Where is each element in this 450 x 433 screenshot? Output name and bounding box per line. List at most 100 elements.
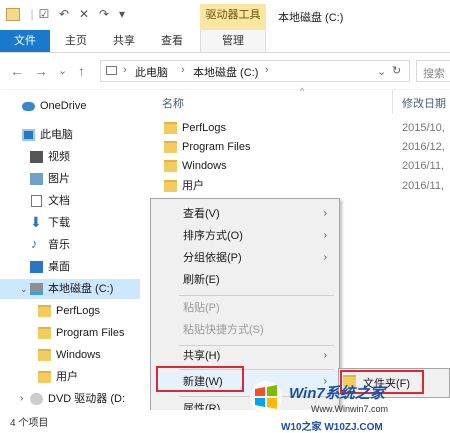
up-button[interactable]: ↑ bbox=[78, 64, 85, 78]
sidebar-item-label: 下载 bbox=[48, 217, 70, 229]
chevron-right-icon[interactable]: › bbox=[20, 389, 23, 409]
sidebar-item-dvd-drive[interactable]: › DVD 驱动器 (D: bbox=[0, 389, 140, 409]
file-row[interactable]: PerfLogs 2015/10, bbox=[150, 118, 450, 138]
dvd-drive-icon bbox=[30, 393, 43, 405]
drive-tools-context-tab: 驱动器工具 bbox=[200, 4, 266, 30]
computer-icon bbox=[22, 129, 35, 141]
sidebar-item-desktop[interactable]: 桌面 bbox=[0, 257, 140, 277]
tab-manage[interactable]: 管理 bbox=[200, 30, 266, 52]
watermark-footer: W10之家 W10ZJ.COM bbox=[281, 422, 383, 433]
file-row[interactable]: 用户 2016/11, bbox=[150, 176, 450, 196]
file-date: 2016/11, bbox=[402, 180, 445, 192]
music-folder-icon: ♪ bbox=[31, 236, 38, 251]
chevron-down-icon[interactable]: ⌄ bbox=[20, 279, 28, 299]
menu-item-sort[interactable]: 排序方式(O) › bbox=[151, 225, 339, 247]
delete-icon[interactable]: ✕ bbox=[76, 6, 92, 22]
column-header-date[interactable]: 修改日期 bbox=[402, 95, 446, 111]
video-folder-icon bbox=[30, 151, 43, 163]
refresh-icon[interactable]: ↻ bbox=[392, 64, 401, 77]
menu-item-label: 粘贴快捷方式(S) bbox=[183, 324, 264, 336]
sidebar-item-perflogs[interactable]: PerfLogs bbox=[0, 301, 140, 321]
menu-item-share[interactable]: 共享(H) › bbox=[151, 345, 339, 367]
tab-share[interactable]: 共享 bbox=[104, 30, 144, 52]
redo-icon[interactable]: ↷ bbox=[96, 6, 112, 22]
sidebar-item-label: Windows bbox=[56, 349, 101, 361]
window-title: 本地磁盘 (C:) bbox=[278, 12, 344, 24]
computer-icon bbox=[106, 66, 117, 75]
chevron-right-icon: › bbox=[323, 350, 327, 361]
sidebar-item-videos[interactable]: 视频 bbox=[0, 147, 140, 167]
menu-item-label: 粘贴(P) bbox=[183, 302, 220, 314]
sidebar-item-onedrive[interactable]: OneDrive bbox=[0, 96, 140, 116]
menu-item-paste-shortcut: 粘贴快捷方式(S) bbox=[151, 319, 339, 341]
sidebar-item-label: 文档 bbox=[48, 195, 70, 207]
file-name: PerfLogs bbox=[182, 122, 227, 134]
folder-icon bbox=[38, 327, 51, 339]
ribbon-tabs: 文件 主页 共享 查看 管理 bbox=[0, 30, 450, 53]
sidebar-item-label: Program Files bbox=[56, 327, 125, 339]
folder-icon bbox=[164, 160, 177, 172]
column-header-name[interactable]: 名称 bbox=[162, 95, 184, 111]
breadcrumb-separator: › bbox=[123, 64, 127, 76]
sidebar-item-label: 本地磁盘 (C:) bbox=[48, 283, 114, 295]
column-divider bbox=[392, 90, 393, 114]
menu-item-label: 查看(V) bbox=[183, 208, 220, 220]
back-button[interactable]: ← bbox=[10, 64, 24, 78]
breadcrumb-this-pc[interactable]: 此电脑 bbox=[135, 64, 168, 80]
navigation-pane: OneDrive 此电脑 视频 图片 文档 ⬇ 下载 ♪ 音乐 桌面 ⌄ 本地磁… bbox=[0, 90, 140, 410]
watermark: Win7系统之家 Www.Winwin7.com W10之家 W10ZJ.COM bbox=[245, 374, 450, 433]
qat-dropdown-icon[interactable]: ▾ bbox=[114, 6, 130, 22]
search-input[interactable]: 搜索 bbox=[416, 60, 450, 82]
watermark-title: Win7系统之家 bbox=[289, 385, 385, 402]
sidebar-item-label: 此电脑 bbox=[40, 129, 73, 141]
sidebar-item-label: 视频 bbox=[48, 151, 70, 163]
recent-locations-button[interactable]: ⌄ bbox=[58, 64, 67, 78]
menu-item-group[interactable]: 分组依据(P) › bbox=[151, 247, 339, 269]
sidebar-item-users[interactable]: 用户 bbox=[0, 367, 140, 387]
folder-icon bbox=[38, 371, 51, 383]
sidebar-item-program-files[interactable]: Program Files bbox=[0, 323, 140, 343]
breadcrumb-local-disk[interactable]: 本地磁盘 (C:) bbox=[193, 64, 258, 80]
sidebar-item-local-disk[interactable]: ⌄ 本地磁盘 (C:) bbox=[0, 279, 140, 299]
title-bar: | ☑ ↶ ✕ ↷ ▾ 驱动器工具 本地磁盘 (C:) bbox=[0, 0, 450, 30]
properties-icon[interactable]: ☑ bbox=[36, 6, 52, 22]
file-row[interactable]: Program Files 2016/12, bbox=[150, 137, 450, 157]
tab-view[interactable]: 查看 bbox=[152, 30, 192, 52]
file-date: 2016/11, bbox=[402, 160, 445, 172]
address-bar[interactable]: › 此电脑 › 本地磁盘 (C:) › ⌄ ↻ bbox=[100, 60, 410, 82]
sidebar-item-downloads[interactable]: ⬇ 下载 bbox=[0, 213, 140, 233]
menu-item-label: 共享(H) bbox=[183, 350, 221, 362]
watermark-url: Www.Winwin7.com bbox=[311, 404, 389, 414]
chevron-right-icon: › bbox=[323, 208, 327, 219]
tab-home[interactable]: 主页 bbox=[56, 30, 96, 52]
sidebar-item-pictures[interactable]: 图片 bbox=[0, 169, 140, 189]
menu-separator bbox=[179, 295, 334, 296]
tab-file[interactable]: 文件 bbox=[0, 30, 50, 52]
sidebar-item-this-pc[interactable]: 此电脑 bbox=[0, 125, 140, 145]
breadcrumb-separator: › bbox=[181, 64, 185, 76]
breadcrumb-separator: › bbox=[265, 64, 269, 76]
folder-icon bbox=[38, 305, 51, 317]
sidebar-item-label: 用户 bbox=[56, 371, 78, 383]
menu-item-view[interactable]: 查看(V) › bbox=[151, 203, 339, 225]
windows-logo-icon bbox=[250, 381, 282, 413]
menu-item-paste: 粘贴(P) bbox=[151, 297, 339, 319]
cloud-icon bbox=[22, 102, 35, 111]
chevron-right-icon: › bbox=[323, 230, 327, 241]
sort-arrow-icon: ^ bbox=[300, 86, 305, 96]
menu-item-refresh[interactable]: 刷新(E) bbox=[151, 269, 339, 291]
sidebar-item-label: PerfLogs bbox=[56, 305, 101, 317]
forward-button[interactable]: → bbox=[34, 64, 48, 78]
navigation-bar: ← → ⌄ ↑ › 此电脑 › 本地磁盘 (C:) › ⌄ ↻ 搜索 bbox=[0, 53, 450, 90]
sidebar-item-windows[interactable]: Windows bbox=[0, 345, 140, 365]
sidebar-item-music[interactable]: ♪ 音乐 bbox=[0, 235, 140, 255]
undo-icon[interactable]: ↶ bbox=[56, 6, 72, 22]
highlight-box bbox=[156, 366, 244, 392]
folder-icon bbox=[38, 349, 51, 361]
sidebar-item-documents[interactable]: 文档 bbox=[0, 191, 140, 211]
address-dropdown-icon[interactable]: ⌄ bbox=[377, 65, 386, 78]
menu-item-label: 分组依据(P) bbox=[183, 252, 242, 264]
sidebar-item-label: 桌面 bbox=[48, 261, 70, 273]
file-row[interactable]: Windows 2016/11, bbox=[150, 156, 450, 176]
sidebar-item-label: OneDrive bbox=[40, 100, 87, 112]
